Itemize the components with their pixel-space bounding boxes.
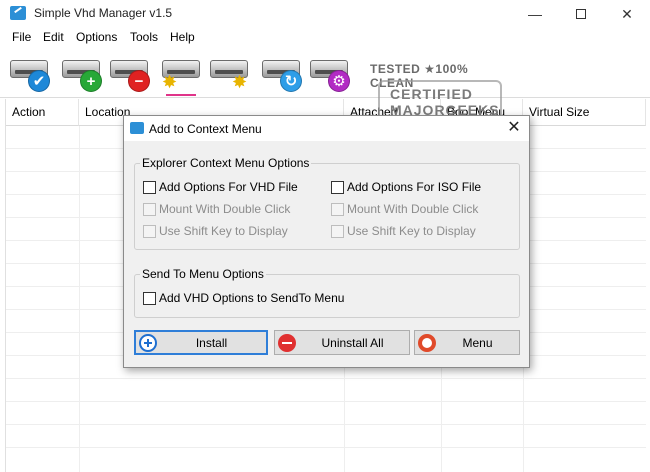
refresh-button[interactable]: ↻ xyxy=(260,52,304,96)
iso-shift-key-checkbox: Use Shift Key to Display xyxy=(331,224,476,238)
dialog-app-icon xyxy=(130,122,144,134)
wizard-button[interactable]: ✸ xyxy=(208,52,252,96)
column-header-action[interactable]: Action xyxy=(6,99,79,126)
minimize-button[interactable]: — xyxy=(512,0,558,28)
iso-options-label: Add Options For ISO File xyxy=(347,180,482,194)
menu-label: Menu xyxy=(462,335,493,350)
settings-button[interactable]: ⚙ xyxy=(308,52,352,96)
sendto-checkbox[interactable]: Add VHD Options to SendTo Menu xyxy=(143,291,344,305)
close-button[interactable]: ✕ xyxy=(604,0,650,28)
lifebuoy-icon xyxy=(418,333,436,352)
iso-double-click-label: Mount With Double Click xyxy=(347,202,479,216)
minus-icon: − xyxy=(128,70,150,92)
wand-icon: ✸ xyxy=(232,72,248,92)
checkbox-box xyxy=(331,224,344,238)
checkbox-box xyxy=(143,180,156,194)
maximize-button[interactable] xyxy=(558,0,604,28)
checkbox-box xyxy=(143,291,156,305)
install-button[interactable]: Install xyxy=(134,330,268,355)
menu-options[interactable]: Options xyxy=(76,30,117,44)
iso-options-checkbox[interactable]: Add Options For ISO File xyxy=(331,180,481,194)
toolbar: ✔ + − ✸ ✸ ↻ ⚙ xyxy=(0,48,650,98)
dialog-title: Add to Context Menu xyxy=(149,122,262,136)
gear-icon: ⚙ xyxy=(328,70,350,92)
remove-vhd-button[interactable]: − xyxy=(108,52,152,96)
vhd-shift-key-checkbox: Use Shift Key to Display xyxy=(143,224,288,238)
add-vhd-button[interactable]: + xyxy=(60,52,104,96)
iso-shift-key-label: Use Shift Key to Display xyxy=(347,224,476,238)
sendto-label: Add VHD Options to SendTo Menu xyxy=(159,291,345,305)
checkbox-box xyxy=(143,224,156,238)
active-indicator xyxy=(166,94,196,96)
menu-file[interactable]: File xyxy=(12,30,31,44)
row-divider xyxy=(6,401,646,402)
dialog-title-bar: Add to Context Menu ✕ xyxy=(124,116,529,141)
explorer-group-label: Explorer Context Menu Options xyxy=(140,156,312,170)
spark-icon: ✸ xyxy=(162,72,178,92)
mount-vhd-button[interactable]: ✔ xyxy=(8,52,52,96)
column-divider xyxy=(79,126,80,472)
plus-icon: + xyxy=(80,70,102,92)
menu-tools[interactable]: Tools xyxy=(130,30,158,44)
install-label: Install xyxy=(195,335,228,350)
checkbox-box xyxy=(143,202,156,216)
vhd-double-click-label: Mount With Double Click xyxy=(159,202,291,216)
refresh-icon: ↻ xyxy=(280,70,302,92)
add-to-context-menu-dialog: Add to Context Menu ✕ Explorer Context M… xyxy=(123,115,530,368)
column-header-virtual-size[interactable]: Virtual Size xyxy=(523,99,646,126)
menu-button[interactable]: Menu xyxy=(414,330,520,355)
plus-icon xyxy=(139,333,157,352)
menu-edit[interactable]: Edit xyxy=(43,30,64,44)
check-icon: ✔ xyxy=(28,70,50,92)
new-vhd-button[interactable]: ✸ xyxy=(160,52,204,96)
vhd-options-checkbox[interactable]: Add Options For VHD File xyxy=(143,180,298,194)
dialog-close-button[interactable]: ✕ xyxy=(504,119,524,139)
app-icon xyxy=(10,6,26,20)
window-title: Simple Vhd Manager v1.5 xyxy=(34,6,173,20)
vhd-options-label: Add Options For VHD File xyxy=(159,180,298,194)
row-divider xyxy=(6,378,646,379)
uninstall-label: Uninstall All xyxy=(321,335,384,350)
checkbox-box xyxy=(331,202,344,216)
menu-bar: File Edit Options Tools Help xyxy=(0,28,650,48)
uninstall-all-button[interactable]: Uninstall All xyxy=(274,330,410,355)
row-divider xyxy=(6,424,646,425)
checkbox-box xyxy=(331,180,344,194)
vhd-double-click-checkbox: Mount With Double Click xyxy=(143,202,290,216)
minus-icon xyxy=(278,333,296,352)
iso-double-click-checkbox: Mount With Double Click xyxy=(331,202,478,216)
title-bar: Simple Vhd Manager v1.5 — ✕ xyxy=(0,0,650,28)
maximize-icon xyxy=(576,9,586,19)
sendto-group-label: Send To Menu Options xyxy=(140,267,266,281)
row-divider xyxy=(6,447,646,448)
vhd-shift-key-label: Use Shift Key to Display xyxy=(159,224,288,238)
menu-help[interactable]: Help xyxy=(170,30,195,44)
